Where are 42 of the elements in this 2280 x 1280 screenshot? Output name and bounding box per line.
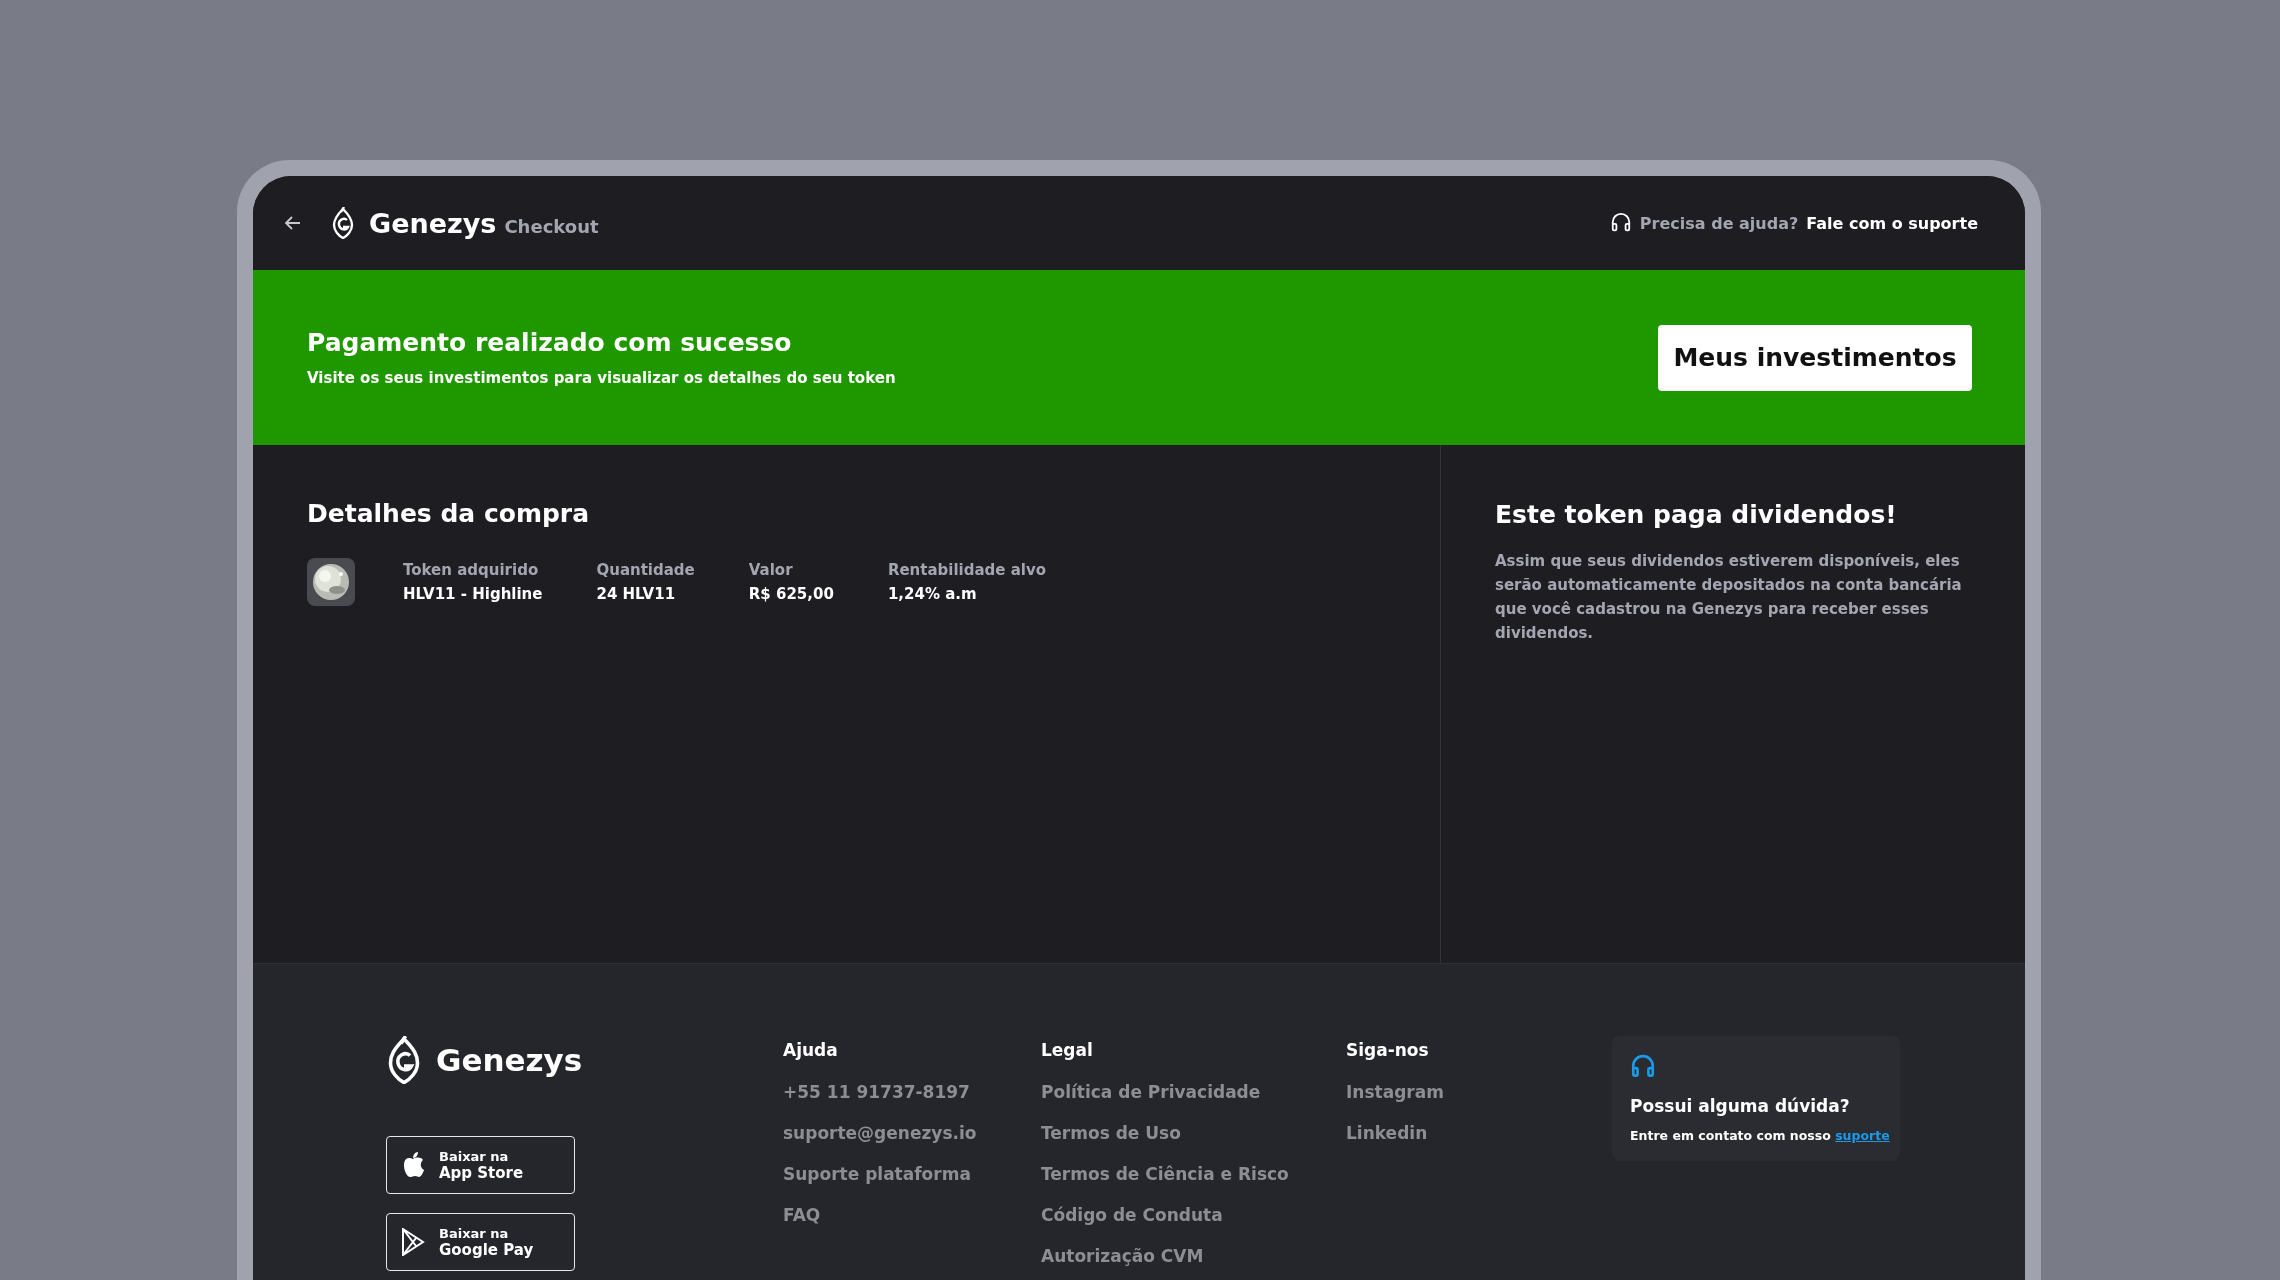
footer-link[interactable]: Suporte plataforma	[783, 1162, 1041, 1187]
footer-link[interactable]: FAQ	[783, 1203, 1041, 1228]
field-label: Rentabilidade alvo	[887, 561, 1047, 579]
logo-icon	[331, 207, 355, 239]
footer-link[interactable]: Termos de Uso	[1041, 1121, 1346, 1146]
store-button[interactable]: Baixar na App Store	[386, 1136, 575, 1194]
footer-link[interactable]: Instagram	[1346, 1080, 1612, 1105]
brand-name: Genezys	[369, 207, 497, 239]
logo-icon	[386, 1036, 422, 1084]
section-label: Checkout	[504, 215, 599, 237]
footer-link[interactable]: suporte@genezys.io	[783, 1121, 1041, 1146]
field-label: Valor	[748, 561, 794, 579]
field-label: Token adquirido	[403, 561, 540, 579]
column-heading: Ajuda	[783, 1040, 839, 1060]
headset-icon	[1630, 1054, 1656, 1080]
play-icon	[401, 1228, 425, 1256]
investments-button[interactable]: Meus investimentos	[1658, 324, 1972, 391]
field-value: 24 HLV11	[596, 585, 677, 603]
banner-title: Pagamento realizado com sucesso	[307, 328, 793, 357]
footer-link[interactable]: Autorização CVM	[1041, 1244, 1346, 1269]
support-link[interactable]: Precisa de ajuda? Fale com o suporte	[1609, 212, 1978, 234]
store-button[interactable]: Baixar na Google Pay	[386, 1213, 575, 1271]
footer-link[interactable]: Código de Conduta	[1041, 1203, 1346, 1228]
field-value: R$ 625,00	[748, 585, 834, 603]
footer-link[interactable]: Termos de Ciência e Risco	[1041, 1162, 1346, 1187]
apple-icon	[401, 1151, 425, 1179]
section-title: Este token paga dividendos!	[1495, 500, 1898, 529]
footer-link[interactable]: +55 11 91737-8197	[783, 1080, 1041, 1105]
section-title: Detalhes da compra	[307, 499, 591, 528]
field-label: Quantidade	[596, 561, 695, 579]
support-link[interactable]: suporte	[1835, 1128, 1890, 1143]
column-heading: Legal	[1041, 1040, 1094, 1060]
field-value: HLV11 - Highline	[403, 585, 543, 603]
footer-link[interactable]: Linkedin	[1346, 1121, 1612, 1146]
field-value: 1,24% a.m	[887, 585, 978, 603]
banner-subtitle: Visite os seus investimentos para visualizar os detalhes do seu token	[307, 369, 896, 387]
dividends-text: Assim que seus dividendos estiverem disponíveis, eles serão automaticamente depositados na conta bancária que você cadastrou na Genezys para receber esses dividendos.	[1495, 551, 1963, 644]
column-heading: Siga-nos	[1346, 1040, 1430, 1060]
brand-name: Genezys	[436, 1042, 583, 1078]
footer-link[interactable]: Política de Privacidade	[1041, 1080, 1346, 1105]
headset-icon	[1609, 212, 1632, 234]
help-title: Possui alguma dúvida?	[1630, 1096, 1851, 1116]
